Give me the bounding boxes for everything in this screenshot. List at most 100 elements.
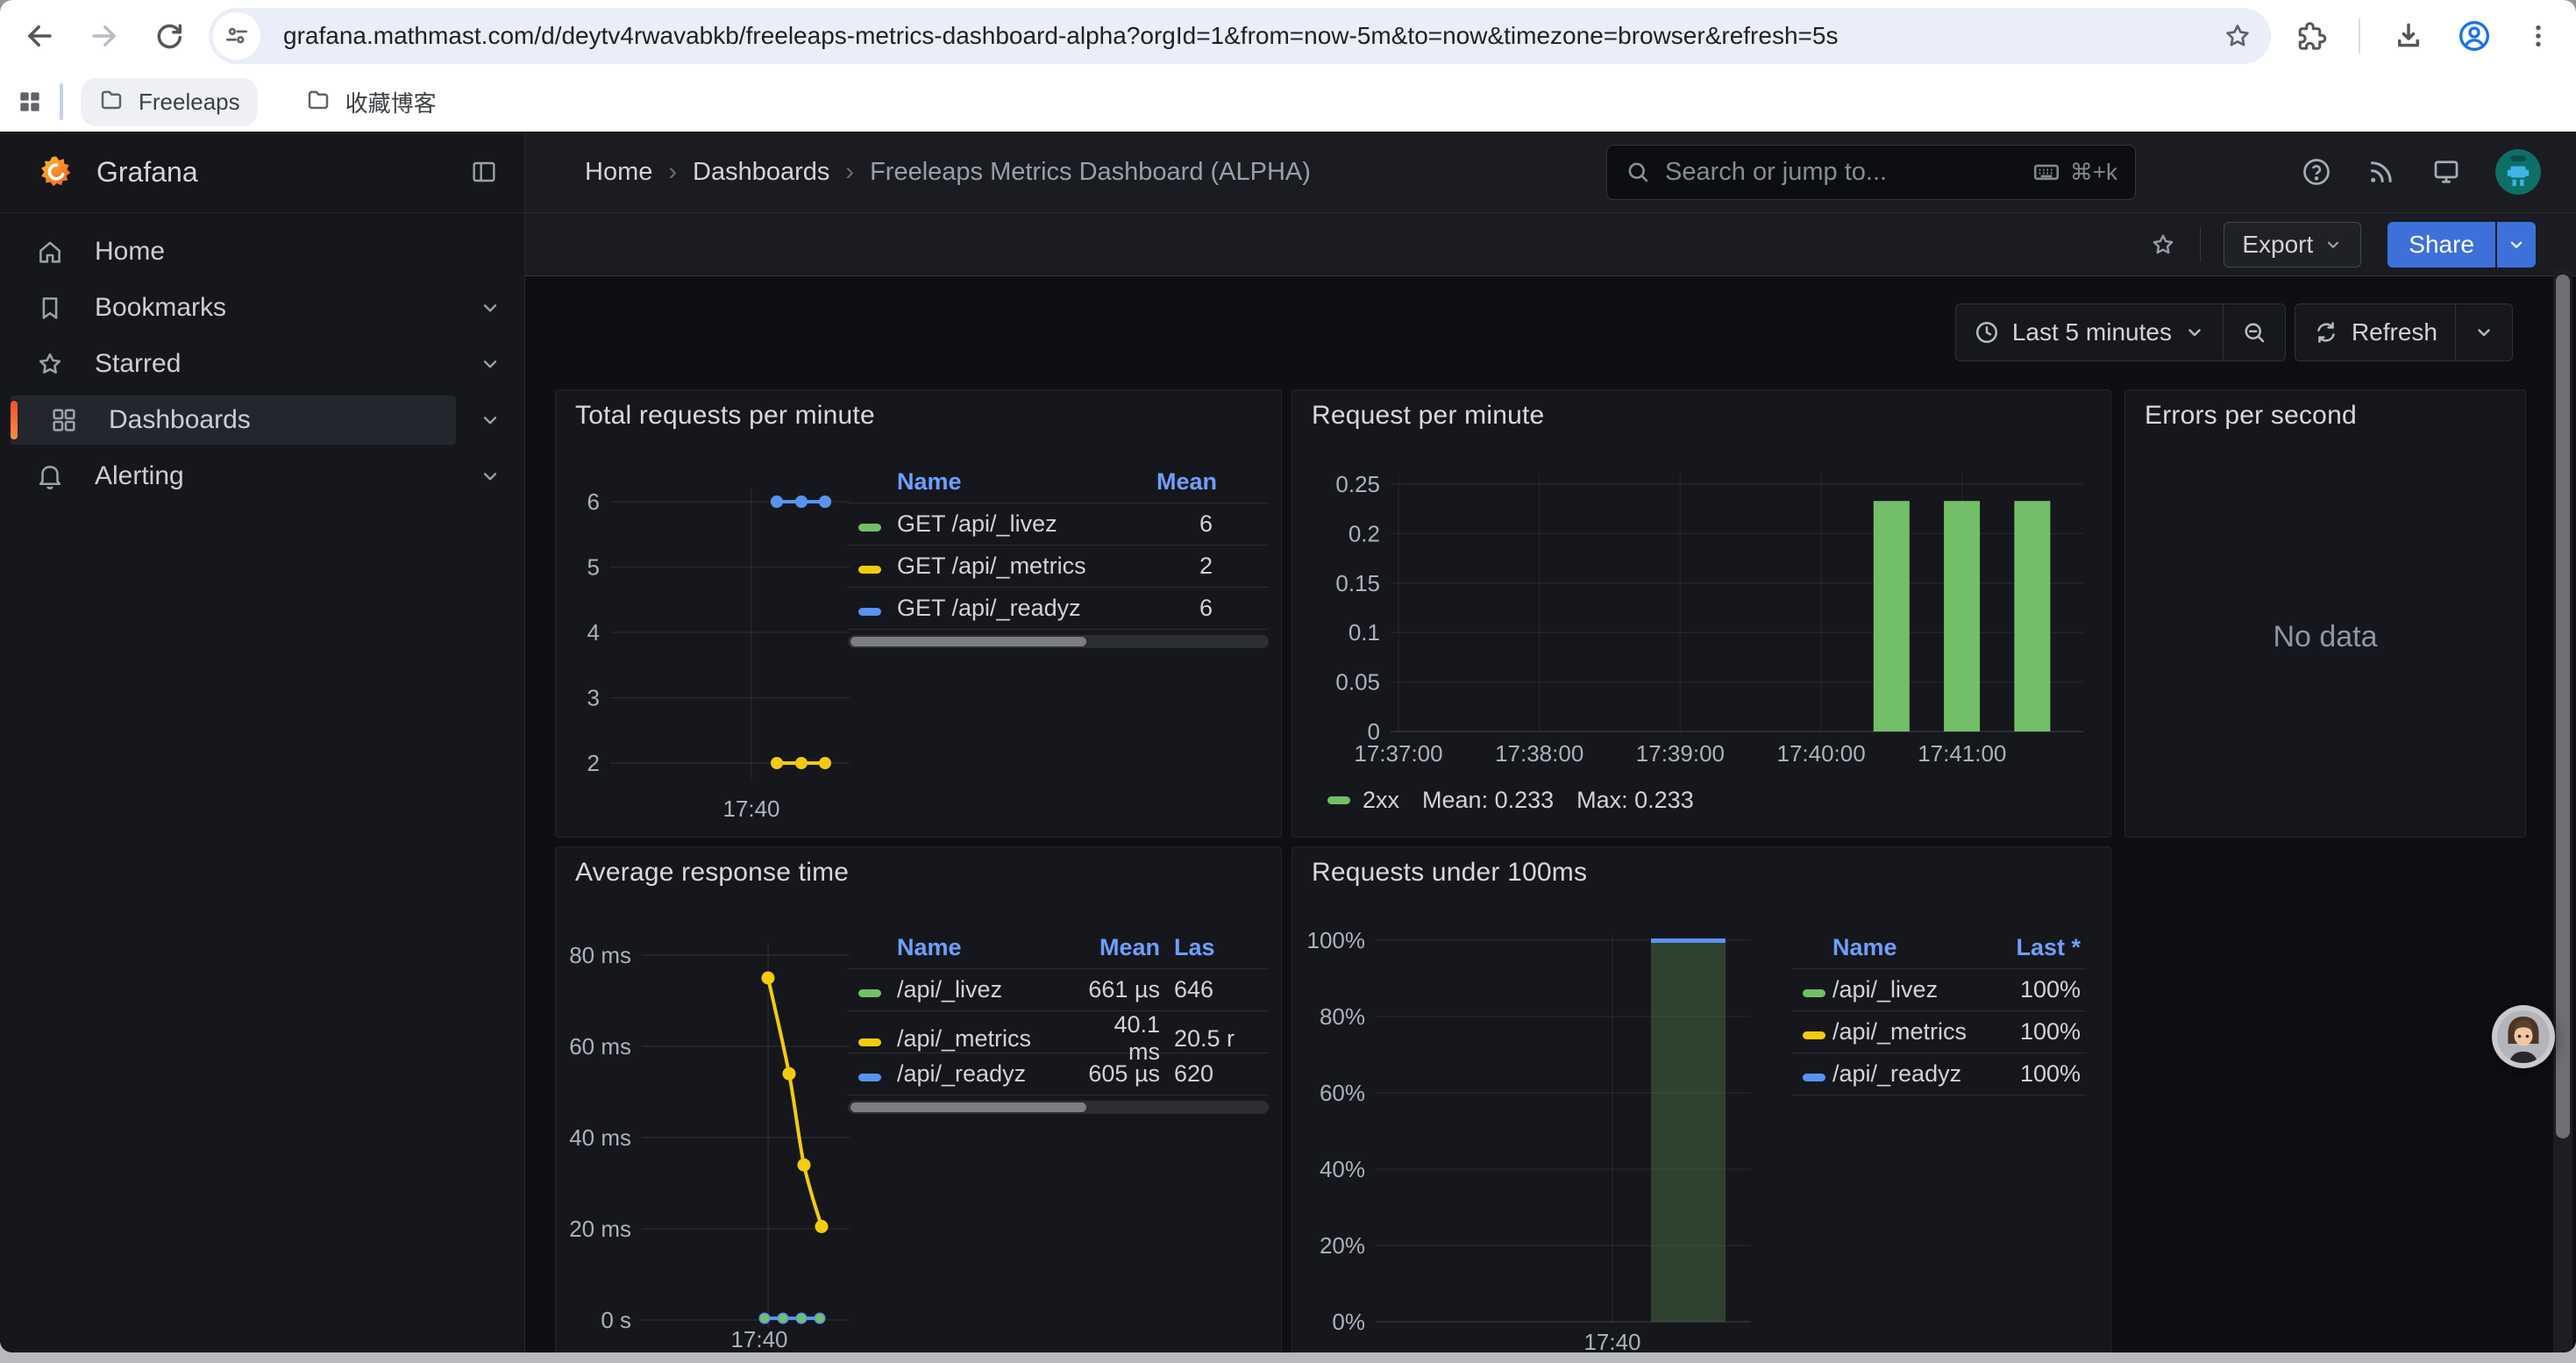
legend-row[interactable]: /api/_livez661 µs646: [848, 969, 1269, 1011]
page-scrollbar[interactable]: [2553, 268, 2572, 1352]
series-value: 100%: [1982, 976, 2086, 1003]
kiosk-monitor-icon[interactable]: [2430, 156, 2462, 188]
bookmark-folder[interactable]: Freeleaps: [81, 78, 258, 126]
svg-text:0.2: 0.2: [1348, 520, 1380, 546]
series-color-pill: [858, 1038, 881, 1046]
favorite-star-icon[interactable]: [2149, 231, 2177, 259]
series-name: /api/_readyz: [897, 1060, 1081, 1088]
panel-requests-under-100ms[interactable]: Requests under 100ms 100%80%60%40%20%0%1…: [1292, 846, 2111, 1352]
menu-kebab-icon[interactable]: [2523, 21, 2553, 51]
panel-errors-per-second[interactable]: Errors per second No data: [2124, 389, 2526, 838]
legend-scrollbar-thumb[interactable]: [850, 1103, 1086, 1112]
series-name: /api/_metrics: [1832, 1018, 1982, 1045]
help-icon[interactable]: [2301, 156, 2332, 188]
extensions-icon[interactable]: [2295, 20, 2327, 52]
legend-row[interactable]: /api/_metrics40.1 ms20.5 r: [848, 1011, 1269, 1053]
legend-row[interactable]: GET /api/_metrics2: [848, 546, 1269, 588]
news-rss-icon[interactable]: [2366, 156, 2397, 188]
sidebar-expand-dashboards[interactable]: [456, 409, 524, 432]
main-area: Home›Dashboards›Freeleaps Metrics Dashbo…: [525, 132, 2576, 1352]
series-color-pill: [858, 608, 881, 616]
folder-icon: [305, 86, 331, 118]
share-menu-button[interactable]: [2497, 222, 2536, 268]
legend-row[interactable]: GET /api/_livez6: [848, 503, 1269, 546]
series-color-pill: [1803, 1031, 1825, 1039]
svg-text:17:38:00: 17:38:00: [1495, 740, 1583, 767]
refresh-button[interactable]: Refresh: [2295, 304, 2455, 360]
panel-average-response-time[interactable]: Average response time 80 ms60 ms40 ms20 …: [555, 846, 1282, 1352]
series-name: GET /api/_livez: [897, 510, 1156, 538]
floating-assistant-avatar[interactable]: [2492, 1005, 2555, 1068]
sidebar-expand-bookmarks[interactable]: [456, 296, 524, 319]
export-button[interactable]: Export: [2224, 222, 2361, 268]
dock-menu-icon[interactable]: [470, 158, 498, 186]
legend-row[interactable]: /api/_livez100%: [1792, 969, 2086, 1011]
breadcrumb-item[interactable]: Dashboards: [693, 158, 829, 187]
site-settings-icon[interactable]: [213, 12, 260, 60]
dashboard-canvas: Last 5 minutes Refresh: [525, 276, 2576, 1352]
scrollbar-thumb[interactable]: [2556, 275, 2570, 1138]
sidebar-item-starred[interactable]: Starred: [11, 339, 456, 389]
user-avatar[interactable]: [2495, 149, 2541, 195]
series-value: 40.1 ms: [1081, 1011, 1160, 1066]
svg-text:80%: 80%: [1320, 1003, 1365, 1030]
refresh-sync-icon: [2313, 319, 2339, 346]
breadcrumb-item[interactable]: Home: [585, 158, 652, 187]
actions-divider: [2200, 227, 2201, 262]
time-controls: Last 5 minutes Refresh: [1955, 303, 2513, 361]
profile-icon[interactable]: [2457, 18, 2492, 54]
search-input[interactable]: Search or jump to... ⌘+k: [1606, 145, 2136, 200]
bar-chart: 100%80%60%40%20%0%17:40: [1292, 847, 2112, 1352]
sidebar-item-alerting[interactable]: Alerting: [11, 452, 456, 501]
legend-table: NameLast */api/_livez100%/api/_metrics10…: [1792, 926, 2086, 1095]
grid-icon: [49, 405, 79, 435]
svg-text:20 ms: 20 ms: [569, 1216, 631, 1242]
legend-scrollbar[interactable]: [848, 635, 1269, 648]
svg-text:60 ms: 60 ms: [569, 1033, 631, 1060]
zoom-out-button[interactable]: [2223, 304, 2285, 360]
sidebar-expand-alerting[interactable]: [456, 465, 524, 488]
downloads-icon[interactable]: [2392, 19, 2425, 53]
reload-icon[interactable]: [153, 19, 186, 53]
address-bar[interactable]: grafana.mathmast.com/d/deytv4rwavabkb/fr…: [209, 8, 2271, 64]
grafana-logo-icon[interactable]: [39, 154, 74, 189]
panel-title: Errors per second: [2145, 401, 2357, 431]
legend-table: NameMeanLas/api/_livez661 µs646/api/_met…: [848, 926, 1269, 1114]
legend-row[interactable]: /api/_metrics100%: [1792, 1011, 2086, 1053]
legend-item[interactable]: 2xx: [1327, 787, 1399, 814]
series-color-pill: [858, 989, 881, 997]
legend-row[interactable]: /api/_readyz100%: [1792, 1053, 2086, 1095]
svg-text:40%: 40%: [1320, 1156, 1365, 1182]
refresh-interval-button[interactable]: [2455, 304, 2512, 360]
apps-grid-icon[interactable]: [16, 88, 44, 116]
share-button[interactable]: Share: [2387, 222, 2495, 268]
bookmark-folder[interactable]: 收藏博客: [288, 78, 454, 126]
time-range-picker[interactable]: Last 5 minutes: [1956, 304, 2223, 360]
bookmark-icon: [35, 293, 65, 323]
svg-text:17:39:00: 17:39:00: [1636, 740, 1725, 767]
legend-header: NameMean: [848, 460, 1269, 503]
panel-request-per-minute[interactable]: Request per minute 0.250.20.150.10.05017…: [1292, 389, 2111, 838]
svg-text:100%: 100%: [1307, 927, 1366, 953]
back-icon[interactable]: [23, 19, 56, 53]
legend-scrollbar-thumb[interactable]: [850, 637, 1086, 646]
legend-row[interactable]: GET /api/_readyz6: [848, 588, 1269, 630]
sidebar-expand-starred[interactable]: [456, 353, 524, 375]
sidebar-item-home[interactable]: Home: [11, 227, 456, 276]
series-name: /api/_metrics: [897, 1025, 1081, 1053]
legend-row[interactable]: /api/_readyz605 µs620: [848, 1053, 1269, 1095]
chevron-down-icon: [2323, 235, 2343, 254]
legend-scrollbar[interactable]: [848, 1101, 1269, 1114]
chevron-down-icon: [2507, 235, 2526, 254]
sidebar-item-dashboards[interactable]: Dashboards: [11, 396, 456, 445]
bookmark-star-icon[interactable]: [2222, 20, 2253, 52]
sidebar-item-bookmarks[interactable]: Bookmarks: [11, 283, 456, 332]
url-text[interactable]: grafana.mathmast.com/d/deytv4rwavabkb/fr…: [283, 22, 2222, 50]
forward-icon[interactable]: [88, 19, 121, 53]
bookmarks-bar: Freeleaps 收藏博客: [0, 72, 2576, 132]
browser-window: grafana.mathmast.com/d/deytv4rwavabkb/fr…: [0, 0, 2576, 1352]
legend-header: NameMeanLas: [848, 926, 1269, 969]
panel-total-requests[interactable]: Total requests per minute 6543217:40 Nam…: [555, 389, 1282, 838]
svg-text:17:41:00: 17:41:00: [1918, 740, 2006, 767]
series-color-pill: [858, 566, 881, 574]
